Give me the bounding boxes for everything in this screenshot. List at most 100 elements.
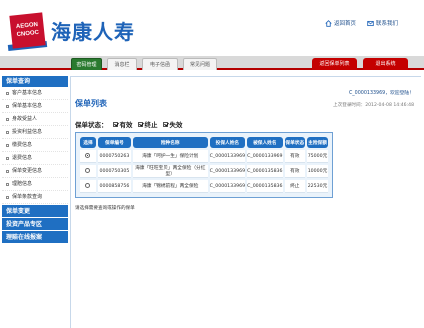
policy-no-cell: 0000750263	[97, 150, 131, 163]
policy-no-cell: 0000750305	[97, 165, 131, 178]
row-radio[interactable]	[85, 167, 91, 173]
insured-cell: C_0000133969	[247, 150, 283, 163]
sidebar: 保单查询 客户基本信息 保单基本信息 身故受益人 投资利益信息 缴费信息 退费信…	[2, 76, 68, 328]
sidebar-item-label: 退费信息	[12, 154, 33, 161]
back-to-list-button[interactable]: 返回保单列表	[312, 58, 357, 70]
checkbox-icon	[137, 121, 143, 127]
table-header-row: 选择 保单编号 险种名称 投保人姓名 被保人姓名 保单状态 主险保额	[80, 137, 328, 148]
sidebar-item-label: 理赔信息	[12, 180, 33, 187]
bullet-icon	[6, 117, 9, 121]
sidebar-item-payment[interactable]: 缴费信息	[2, 139, 68, 152]
product-cell: 海康「旺旺宝贝」两全保险（分红型）	[132, 165, 208, 178]
welcome-text: C_0000133969，欢迎登陆！	[348, 91, 414, 96]
home-link-label: 返回首页	[334, 21, 357, 27]
product-cell: 海康「锦绣前程」两全保险	[132, 180, 208, 193]
table-row[interactable]: 0000858756 海康「锦绣前程」两全保险 C_0000133969 C_0…	[80, 180, 328, 193]
select-cell	[80, 150, 96, 163]
top-tabbar: 密码管理 消息栏 电子信函 常见问题 返回保单列表 退出系统	[0, 56, 424, 70]
tab-messages[interactable]: 消息栏	[107, 58, 137, 70]
bullet-icon	[6, 195, 9, 199]
column-header-policy-no: 保单编号	[97, 137, 131, 148]
status-filter-label: 保单状态：	[75, 121, 108, 129]
applicant-cell: C_0000133969	[209, 180, 246, 193]
sidebar-item-label: 客户基本信息	[12, 89, 43, 96]
last-login-text: 上次登录时间：2012-04-08 14:46:48	[333, 103, 414, 108]
column-header-status: 保单状态	[284, 137, 306, 148]
sidebar-item-policy-change[interactable]: 保单变更信息	[2, 165, 68, 178]
filter-lapsed-checkbox[interactable]: 失效	[162, 119, 183, 129]
bullet-icon	[6, 91, 9, 95]
tab-password[interactable]: 密码管理	[71, 58, 102, 70]
product-cell: 海康「呵护一生」保险计划	[132, 150, 208, 163]
page-title: 保单列表	[75, 99, 107, 108]
row-radio[interactable]	[85, 182, 91, 188]
column-header-select: 选择	[80, 137, 96, 148]
sidebar-item-policy-info[interactable]: 保单基本信息	[2, 100, 68, 113]
sidebar-item-label: 缴费信息	[12, 141, 33, 148]
logout-button[interactable]: 退出系统	[363, 58, 408, 70]
status-cell: 有效	[284, 150, 306, 163]
contact-link[interactable]: 联系我们	[367, 19, 398, 27]
checkbox-icon	[162, 121, 168, 127]
contact-link-label: 联系我们	[376, 21, 399, 27]
sidebar-item-refund[interactable]: 退费信息	[2, 152, 68, 165]
table-row[interactable]: 0000750263 海康「呵护一生」保险计划 C_0000133969 C_0…	[80, 150, 328, 163]
insured-cell: C_0000135836	[247, 165, 283, 178]
logo-text-bottom: CNOOC	[16, 29, 40, 39]
filter-terminated-label: 终止	[144, 121, 158, 129]
bullet-icon	[6, 143, 9, 147]
tab-eletters[interactable]: 电子信函	[142, 58, 178, 70]
column-header-product: 险种名称	[132, 137, 208, 148]
sidebar-item-label: 保单变更信息	[12, 167, 43, 174]
bullet-icon	[6, 130, 9, 134]
sidebar-category-investment-zone[interactable]: 投资产品专区	[2, 217, 68, 230]
filter-active-label: 有效	[119, 121, 133, 129]
home-link[interactable]: 返回首页	[325, 19, 356, 27]
filter-terminated-checkbox[interactable]: 终止	[137, 119, 158, 129]
column-header-applicant: 投保人姓名	[209, 137, 246, 148]
table-row[interactable]: 0000750305 海康「旺旺宝贝」两全保险（分红型） C_000013396…	[80, 165, 328, 178]
amount-cell: 10000元	[307, 165, 328, 178]
applicant-cell: C_0000133969	[209, 150, 246, 163]
sidebar-category-online-claim[interactable]: 理赔在线报案	[2, 230, 68, 243]
company-logo[interactable]: AEGON CNOOC	[9, 12, 46, 49]
amount-cell: 75000元	[307, 150, 328, 163]
sidebar-item-customer-info[interactable]: 客户基本信息	[2, 87, 68, 100]
row-radio[interactable]	[85, 152, 91, 158]
sidebar-category-policy-change[interactable]: 保单变更	[2, 204, 68, 217]
divider	[71, 76, 421, 77]
bullet-icon	[6, 182, 9, 186]
select-cell	[80, 180, 96, 193]
policy-no-cell: 0000858756	[97, 180, 131, 193]
tab-faq[interactable]: 常见问题	[183, 58, 217, 70]
sidebar-item-label: 身故受益人	[12, 115, 38, 122]
header: AEGON CNOOC 海康人寿 返回首页 联系我们	[0, 0, 424, 56]
policy-table: 选择 保单编号 险种名称 投保人姓名 被保人姓名 保单状态 主险保额 00007…	[78, 135, 330, 195]
sidebar-item-beneficiary[interactable]: 身故受益人	[2, 113, 68, 126]
bullet-icon	[6, 104, 9, 108]
sidebar-item-terms[interactable]: 保单条款查询	[2, 191, 68, 204]
sidebar-item-label: 保单基本信息	[12, 102, 43, 109]
brand-name: 海康人寿	[51, 20, 135, 44]
status-filter: 保单状态： 有效 终止 失效	[75, 119, 183, 129]
sidebar-item-claims[interactable]: 理赔信息	[2, 178, 68, 191]
filter-active-checkbox[interactable]: 有效	[112, 119, 133, 129]
house-icon	[325, 19, 332, 27]
bullet-icon	[6, 169, 9, 173]
filter-lapsed-label: 失效	[169, 121, 183, 129]
insured-cell: C_0000135836	[247, 180, 283, 193]
amount-cell: 22530元	[307, 180, 328, 193]
policy-table-container: 选择 保单编号 险种名称 投保人姓名 被保人姓名 保单状态 主险保额 00007…	[75, 132, 333, 198]
selection-hint: 请选择需要查询或操作的保单	[75, 206, 135, 211]
main-content: C_0000133969，欢迎登陆！ 保单列表 上次登录时间：2012-04-0…	[70, 76, 421, 328]
status-cell: 有效	[284, 165, 306, 178]
column-header-amount: 主险保额	[307, 137, 328, 148]
mail-icon	[367, 20, 374, 26]
sidebar-item-investment[interactable]: 投资利益信息	[2, 126, 68, 139]
checkbox-icon	[112, 121, 118, 127]
select-cell	[80, 165, 96, 178]
sidebar-section-policy-query[interactable]: 保单查询	[2, 76, 68, 87]
column-header-insured: 被保人姓名	[247, 137, 283, 148]
bullet-icon	[6, 156, 9, 160]
sidebar-item-label: 保单条款查询	[12, 193, 43, 200]
